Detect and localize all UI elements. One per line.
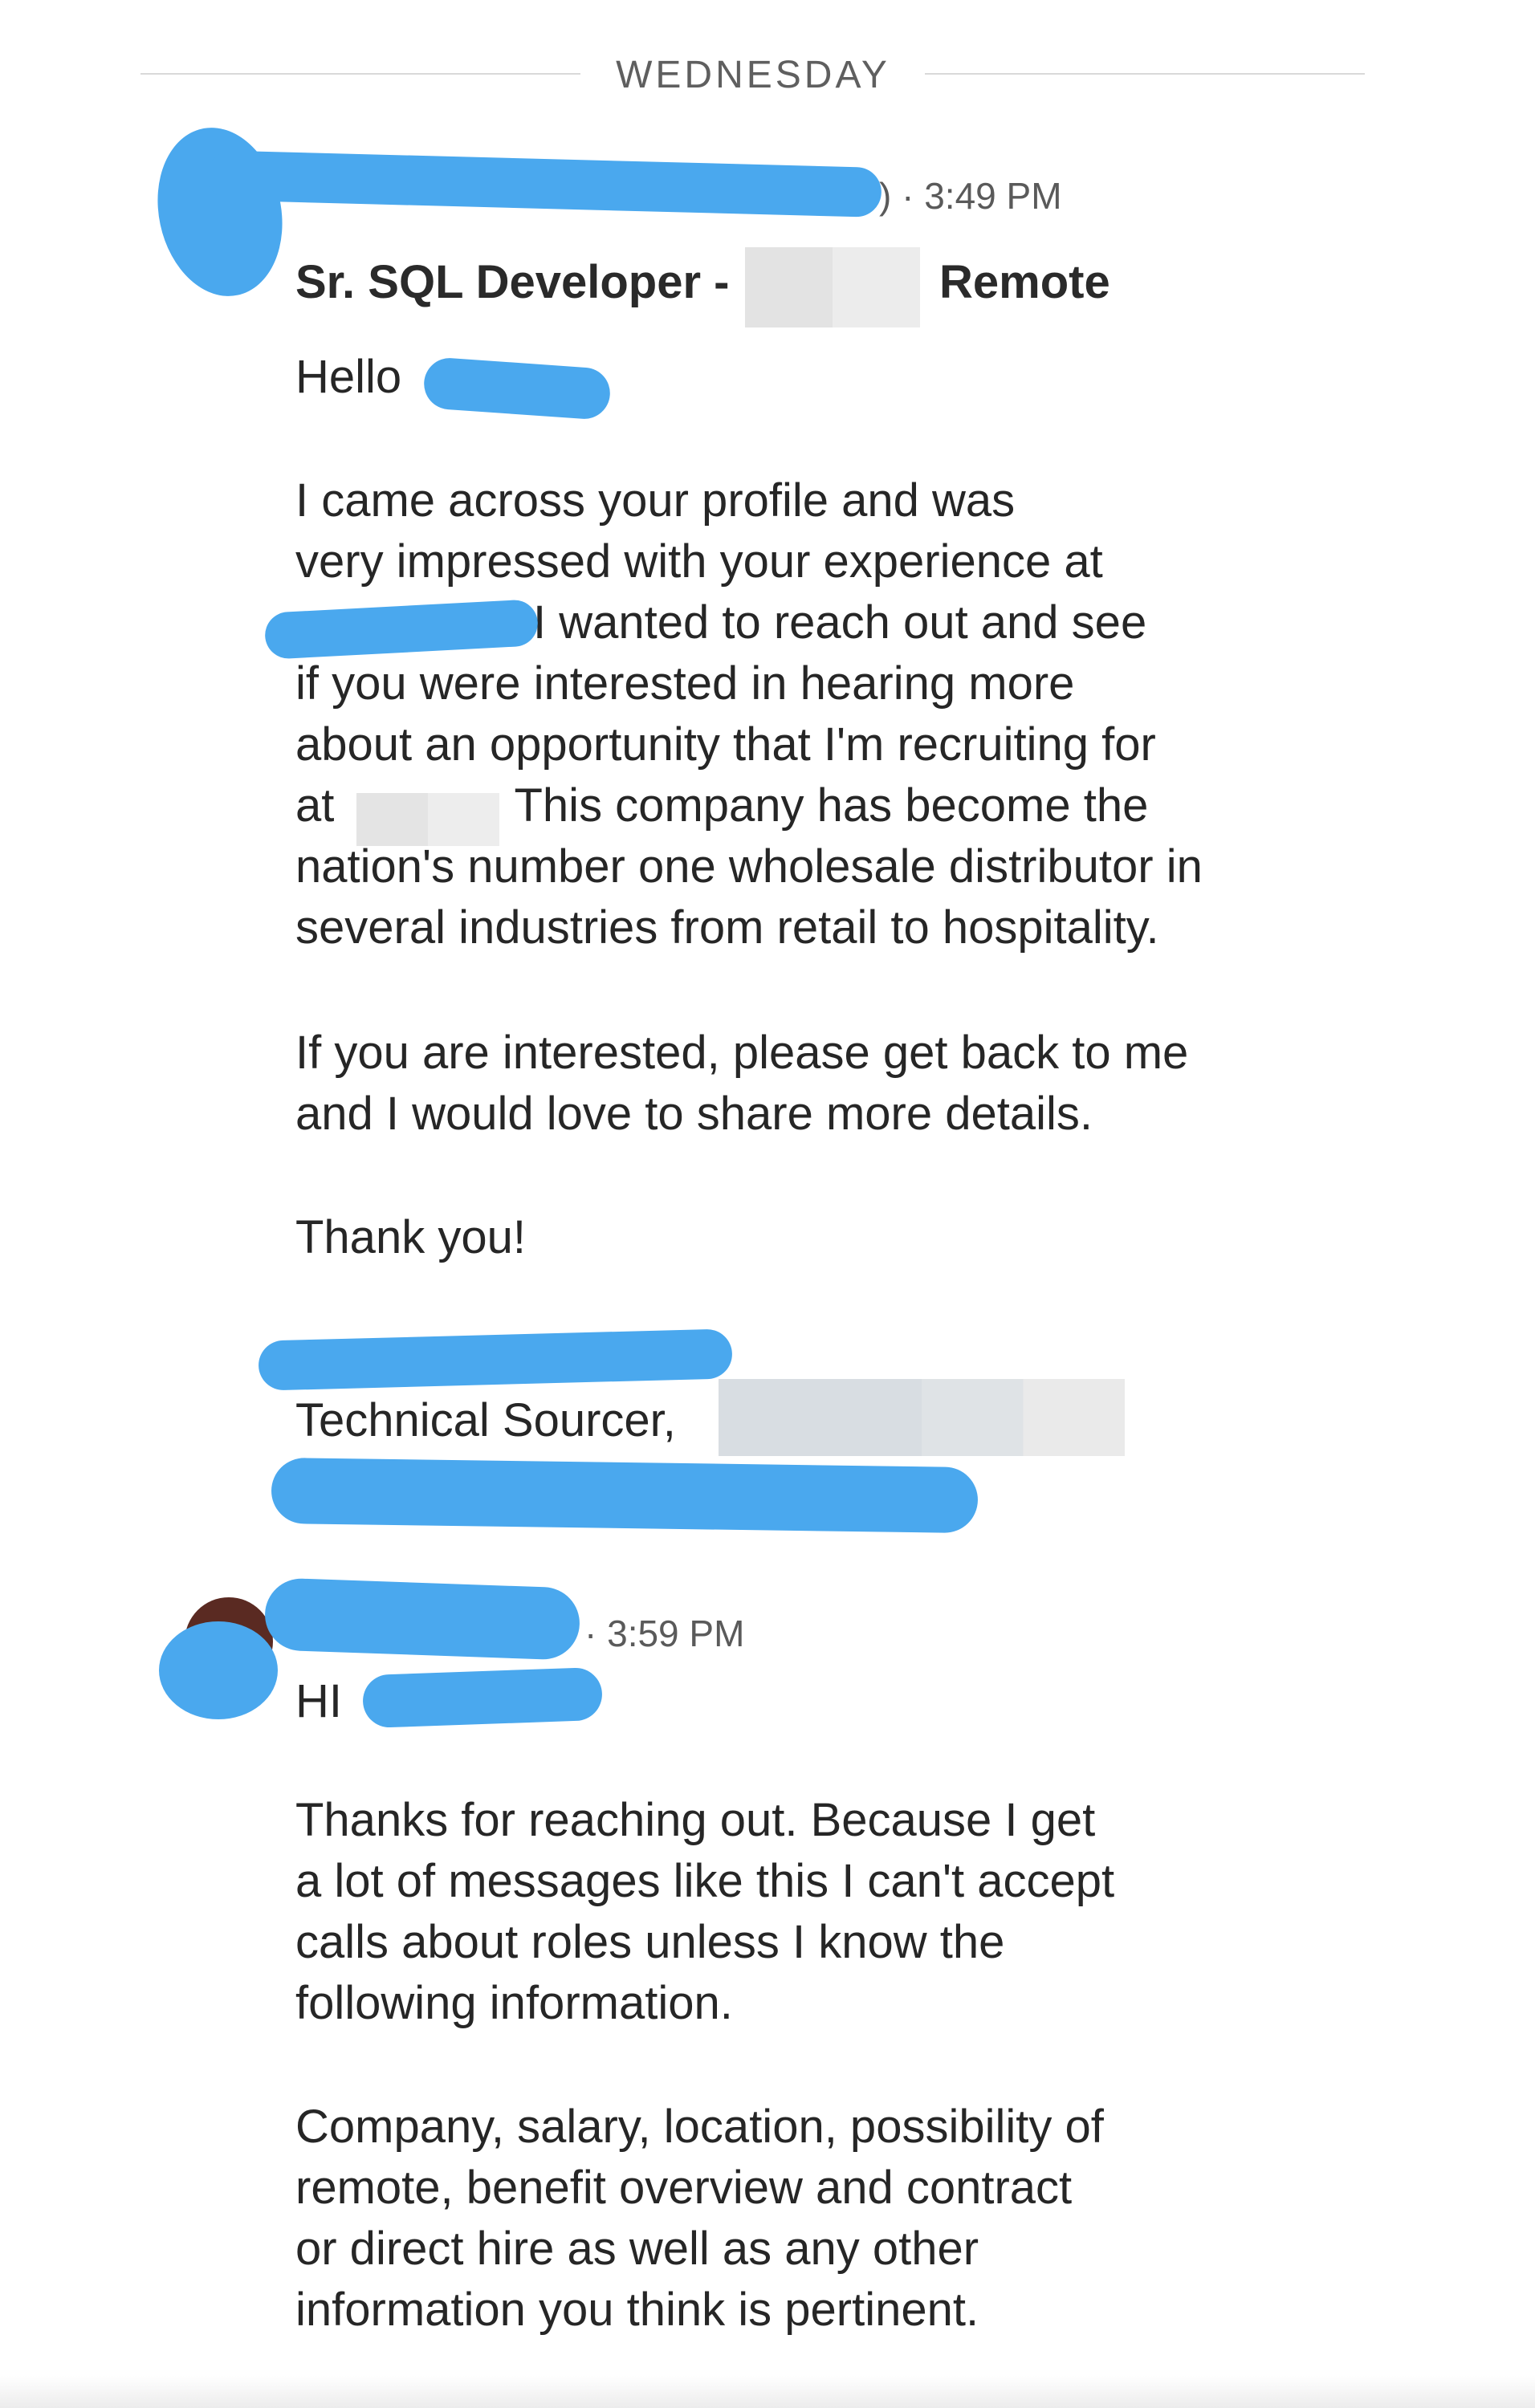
- message-2-greeting: HI: [295, 1675, 342, 1727]
- redacted-subject-company: [745, 247, 920, 327]
- message-1-signature-title: Technical Sourcer,: [295, 1394, 676, 1446]
- message-1-closing: Thank you!: [295, 1211, 526, 1263]
- day-divider-label: WEDNESDAY: [616, 54, 890, 96]
- redacted-reply-sender-name: [263, 1577, 581, 1661]
- redacted-company-name: [356, 793, 499, 846]
- message-1-greeting: Hello: [295, 351, 402, 403]
- redacted-signature-company: [719, 1379, 1125, 1456]
- subject-prefix: Sr. SQL Developer -: [295, 256, 730, 308]
- redacted-signature-link: [271, 1457, 979, 1534]
- message-1-body-paragraph-2: If you are interested, please get back t…: [295, 1027, 1189, 1140]
- redacted-reply-recipient-name: [361, 1666, 604, 1729]
- divider-line-left: [140, 73, 580, 75]
- message-1-subject: Sr. SQL Developer -: [295, 255, 729, 309]
- message-2-time: 3:59 PM: [607, 1613, 745, 1654]
- divider-line-right: [925, 73, 1365, 75]
- bottom-fade: [0, 2376, 1535, 2408]
- message-1-time: 3:49 PM: [924, 175, 1062, 217]
- message-1-meta: ) · 3:49 PM: [879, 175, 1062, 217]
- message-2-body-paragraph-1: Thanks for reaching out. Because I get a…: [295, 1794, 1115, 2029]
- message-2-body-paragraph-2: Company, salary, location, possibility o…: [295, 2101, 1104, 2336]
- redacted-signature-name: [258, 1328, 733, 1391]
- subject-suffix-wrap: Remote: [939, 255, 1110, 309]
- subject-suffix: Remote: [939, 256, 1110, 308]
- redacted-reply-avatar: [159, 1621, 278, 1719]
- message-2-meta: · 3:59 PM: [584, 1613, 745, 1654]
- message-1-body-paragraph-1: I came across your profile and was very …: [295, 474, 1203, 954]
- redacted-sender-avatar: [142, 116, 298, 308]
- redacted-sender-name: [206, 150, 882, 218]
- redacted-recipient-name: [422, 356, 612, 421]
